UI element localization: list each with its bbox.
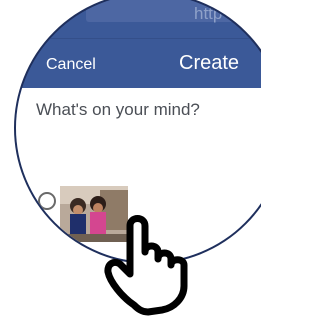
page-title: Create — [179, 52, 240, 74]
address-bar-text: http — [194, 4, 223, 23]
screenshot-stage: http Cancel Create What's on your mind? — [0, 0, 261, 320]
header-divider — [16, 38, 261, 39]
photo-icon[interactable] — [38, 192, 56, 210]
cancel-button[interactable]: Cancel — [46, 56, 96, 74]
status-input-placeholder[interactable]: What's on your mind? — [36, 100, 200, 120]
address-bar[interactable]: http — [86, 0, 261, 23]
hand-pointer-icon — [104, 215, 188, 316]
